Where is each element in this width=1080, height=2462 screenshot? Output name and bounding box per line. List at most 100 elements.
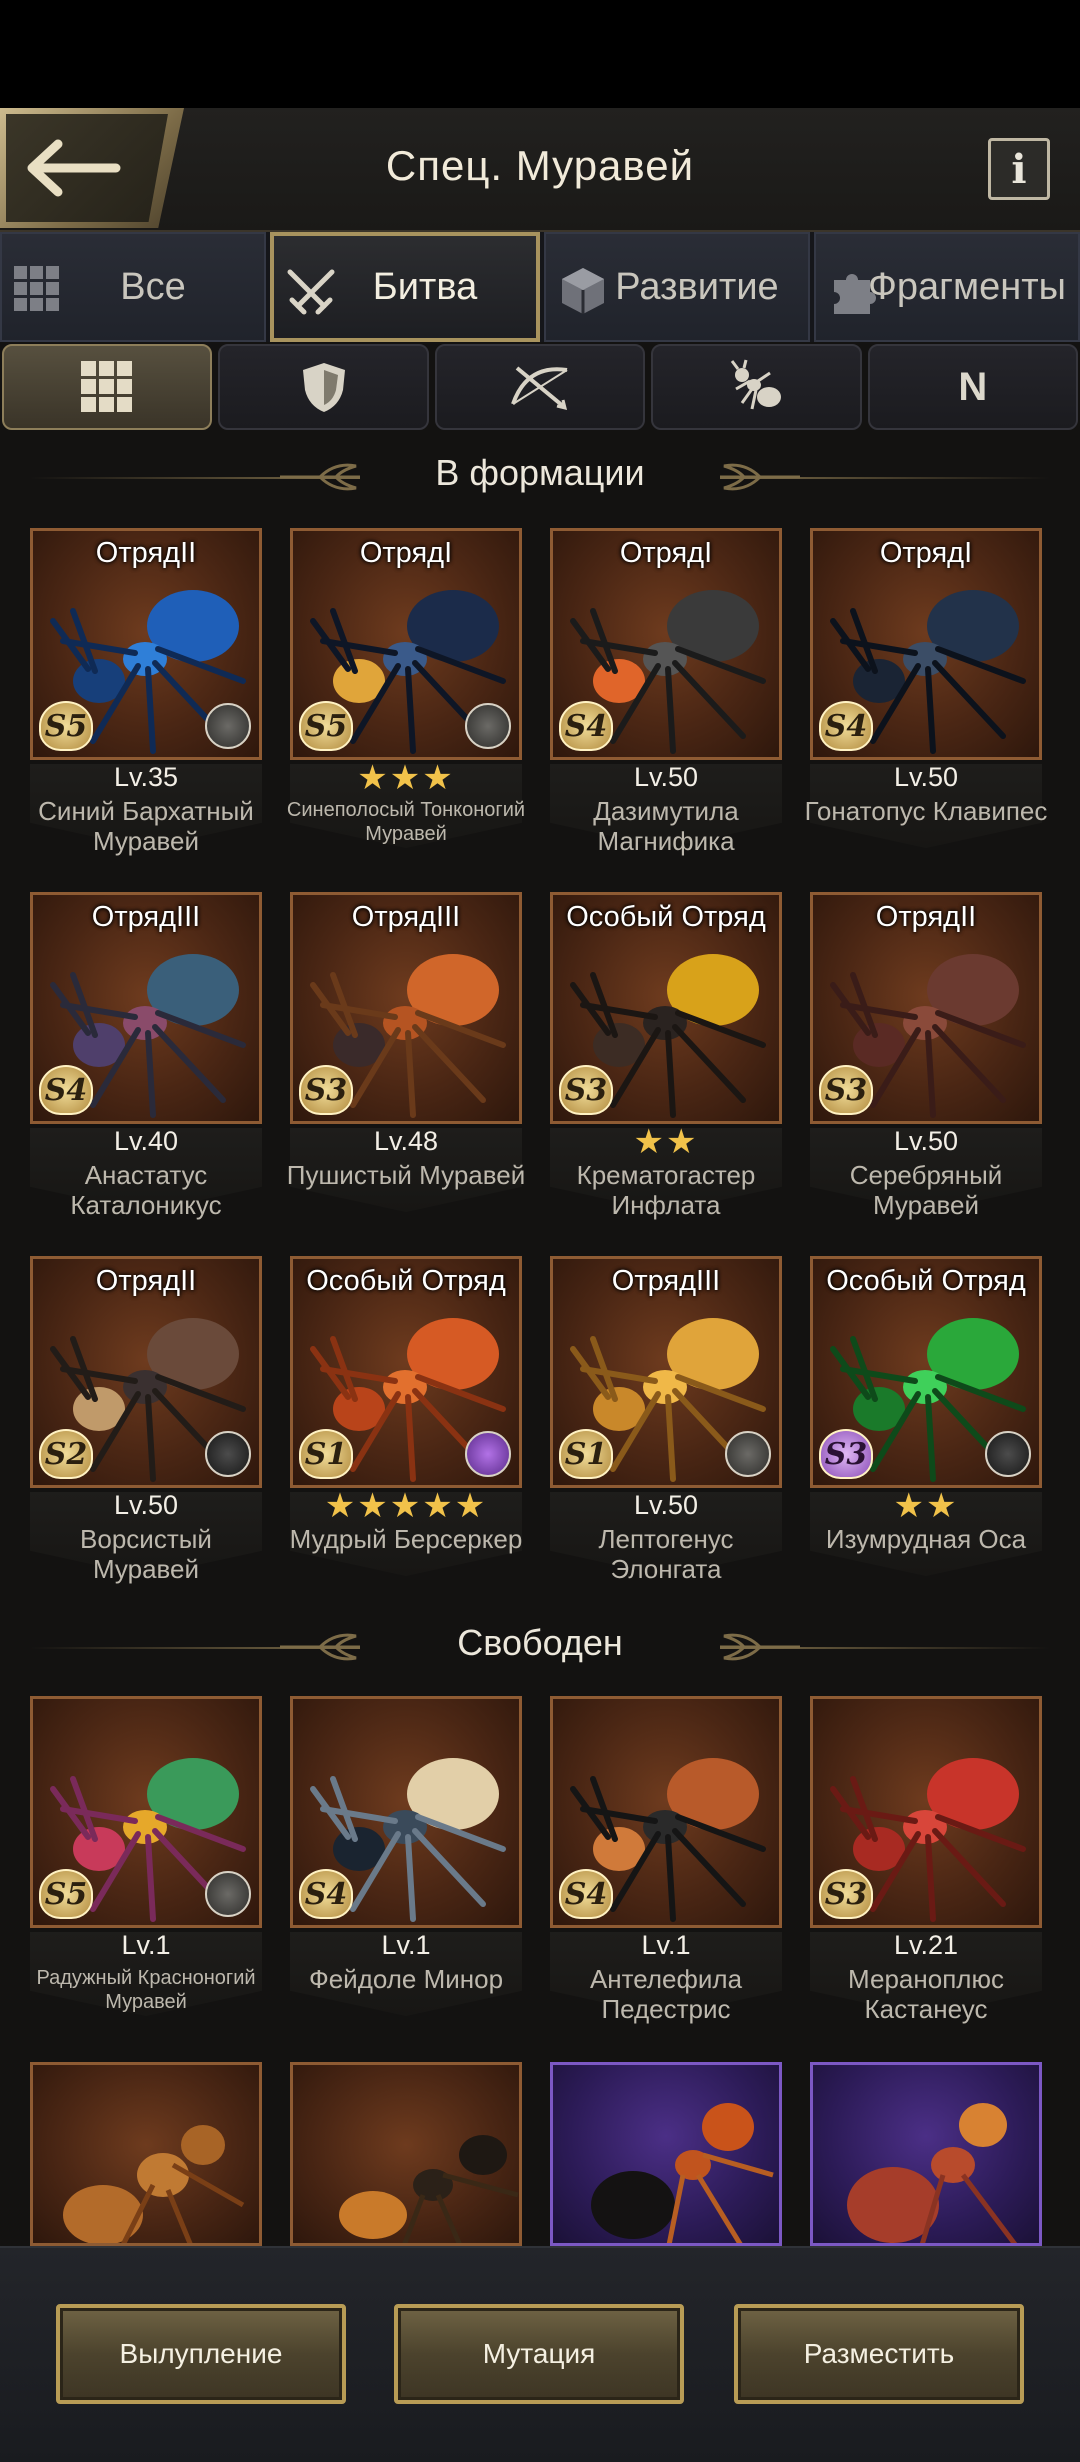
grade-badge: S3 bbox=[559, 1065, 613, 1115]
ant-portrait bbox=[290, 2062, 522, 2246]
tab-fragments[interactable]: Фрагменты bbox=[814, 232, 1080, 342]
tab-battle[interactable]: Битва bbox=[270, 232, 540, 342]
ant-name: Серебряный Муравей bbox=[849, 1160, 1003, 1220]
ant-portrait: ОтрядII S5 bbox=[30, 528, 262, 760]
grade-badge: S1 bbox=[299, 1429, 353, 1479]
squad-label: ОтрядII bbox=[875, 901, 977, 933]
squad-label: ОтрядI bbox=[619, 537, 713, 569]
ant-card[interactable]: ОтрядII S2 Lv.50 Ворсистый Муравей bbox=[30, 1256, 262, 1584]
ant-name: Фейдоле Минор bbox=[308, 1964, 504, 1994]
ant-portrait: ОтрядI S4 bbox=[550, 528, 782, 760]
level-label: Lv.50 bbox=[893, 762, 959, 792]
ant-portrait: ОтрядIII S4 bbox=[30, 892, 262, 1124]
grade-badge: S4 bbox=[559, 701, 613, 751]
ant-card[interactable]: ОтрядII S3 Lv.50 Серебряный Муравей bbox=[810, 892, 1042, 1220]
status-bar bbox=[0, 0, 1080, 108]
ant-portrait: S4 bbox=[550, 1696, 782, 1928]
ant-card[interactable] bbox=[810, 2062, 1042, 2246]
grade-badge: S4 bbox=[819, 701, 873, 751]
ant-card[interactable]: ОтрядI S4 Lv.50 Дазимутила Магнифика bbox=[550, 528, 782, 856]
ant-card[interactable]: ОтрядI S5 ★★★ Синеполосый Тонконогий Мураве… bbox=[287, 528, 525, 848]
filter-row: N bbox=[0, 344, 1080, 430]
ant-card[interactable]: S4 Lv.1 Антелефила Педестрис bbox=[550, 1696, 782, 2024]
skill-emblem-icon bbox=[465, 1431, 511, 1477]
grade-badge: S5 bbox=[39, 1869, 93, 1919]
ant-name: Крематогастер Инфлата bbox=[576, 1160, 756, 1220]
ant-card[interactable]: Особый Отряд S1 ★★★★★ Мудрый Берсеркер bbox=[290, 1256, 522, 1576]
ant-portrait: ОтрядII S2 bbox=[30, 1256, 262, 1488]
ant-portrait: Особый Отряд S3 bbox=[550, 892, 782, 1124]
level-label: Lv.40 bbox=[113, 1126, 179, 1156]
grade-badge: S1 bbox=[559, 1429, 613, 1479]
hatch-button[interactable]: Вылупление bbox=[56, 2304, 346, 2404]
level-label: Lv.1 bbox=[121, 1930, 171, 1960]
deploy-button[interactable]: Разместить bbox=[734, 2304, 1024, 2404]
section-in-formation: В формации bbox=[0, 452, 1080, 502]
level-label: Lv.1 bbox=[381, 1930, 431, 1960]
tab-development[interactable]: Развитие bbox=[544, 232, 810, 342]
filter-all[interactable] bbox=[2, 344, 213, 430]
ant-portrait: ОтрядII S3 bbox=[810, 892, 1042, 1124]
wing-ornament-icon bbox=[280, 463, 360, 491]
level-label: Lv.50 bbox=[633, 1490, 699, 1520]
grade-badge: S3 bbox=[819, 1869, 873, 1919]
ant-portrait: ОтрядI S4 bbox=[810, 528, 1042, 760]
ant-card[interactable] bbox=[30, 2062, 262, 2246]
ant-card[interactable]: S5 Lv.1 Радужный Красноногий Муравей bbox=[30, 1696, 262, 2016]
ant-portrait: S5 bbox=[30, 1696, 262, 1928]
category-tabs: Все Битва Развитие Фрагменты bbox=[0, 232, 1080, 342]
section-free: Свободен bbox=[0, 1622, 1080, 1672]
ant-card[interactable]: Особый Отряд S3 ★★ Изумрудная Оса bbox=[810, 1256, 1042, 1576]
ant-portrait: ОтрядIII S1 bbox=[550, 1256, 782, 1488]
section-in-formation-title: В формации bbox=[435, 452, 645, 493]
squad-label: ОтрядI bbox=[359, 537, 453, 569]
ant-card[interactable]: ОтрядIII S3 Lv.48 Пушистый Муравей bbox=[287, 892, 525, 1212]
ant-card[interactable]: S3 Lv.21 Мераноплюс Кастанеус bbox=[810, 1696, 1042, 2024]
ant-card[interactable] bbox=[290, 2062, 522, 2246]
mutation-button[interactable]: Мутация bbox=[394, 2304, 684, 2404]
grade-badge: S5 bbox=[299, 701, 353, 751]
ant-portrait: S3 bbox=[810, 1696, 1042, 1928]
squad-label: ОтрядIII bbox=[91, 901, 201, 933]
ant-name: Изумрудная Оса bbox=[825, 1524, 1027, 1554]
ant-card[interactable]: ОтрядIII S1 Lv.50 Лептогенус Элонгата bbox=[550, 1256, 782, 1584]
grade-badge: S4 bbox=[299, 1869, 353, 1919]
ant-card[interactable] bbox=[550, 2062, 782, 2246]
puzzle-icon bbox=[834, 274, 876, 314]
grade-badge: S3 bbox=[819, 1429, 873, 1479]
filter-defense[interactable] bbox=[218, 344, 429, 430]
ant-name: Синий Бархатный Муравей bbox=[38, 796, 254, 856]
wing-ornament-icon bbox=[280, 1633, 360, 1661]
filter-ant[interactable] bbox=[651, 344, 862, 430]
ant-card[interactable]: Особый Отряд S3 ★★ Крематогастер Инфлата bbox=[550, 892, 782, 1220]
tab-all[interactable]: Все bbox=[0, 232, 266, 342]
ant-card[interactable]: ОтрядI S4 Lv.50 Гонатопус Клавипес bbox=[805, 528, 1047, 848]
ant-name: Пушистый Муравей bbox=[286, 1160, 526, 1190]
cube-icon bbox=[562, 268, 604, 314]
ant-portrait: Особый Отряд S1 bbox=[290, 1256, 522, 1488]
ant-name: Мудрый Берсеркер bbox=[289, 1524, 523, 1554]
skill-emblem-icon bbox=[985, 1431, 1031, 1477]
ant-name: Синеполосый Тонконогий Муравей bbox=[286, 799, 526, 845]
ant-card[interactable]: ОтрядII S5 Lv.35 Синий Бархатный Муравей bbox=[30, 528, 262, 856]
star-rating: ★★ bbox=[893, 1487, 959, 1525]
filter-ranged[interactable] bbox=[434, 344, 646, 430]
squad-label: Особый Отряд bbox=[306, 1265, 506, 1297]
level-label: Lv.50 bbox=[893, 1126, 959, 1156]
filter-n[interactable]: N bbox=[867, 344, 1079, 430]
level-label: Lv.48 bbox=[373, 1126, 439, 1156]
filter-n-label: N bbox=[958, 364, 988, 409]
info-button[interactable]: i bbox=[988, 138, 1050, 200]
ant-icon bbox=[731, 359, 782, 410]
ant-portrait: ОтрядIII S3 bbox=[290, 892, 522, 1124]
grade-badge: S4 bbox=[39, 1065, 93, 1115]
level-label: Lv.21 bbox=[893, 1930, 959, 1960]
ant-card[interactable]: S4 Lv.1 Фейдоле Минор bbox=[290, 1696, 522, 2016]
ant-card[interactable]: ОтрядIII S4 Lv.40 Анастатус Каталоникус bbox=[30, 892, 262, 1220]
bow-icon bbox=[511, 366, 568, 411]
ant-name: Ворсистый Муравей bbox=[80, 1524, 212, 1584]
skill-emblem-icon bbox=[205, 1431, 251, 1477]
ant-portrait bbox=[30, 2062, 262, 2246]
skill-emblem-icon bbox=[205, 1871, 251, 1917]
grid-icon bbox=[81, 361, 133, 412]
